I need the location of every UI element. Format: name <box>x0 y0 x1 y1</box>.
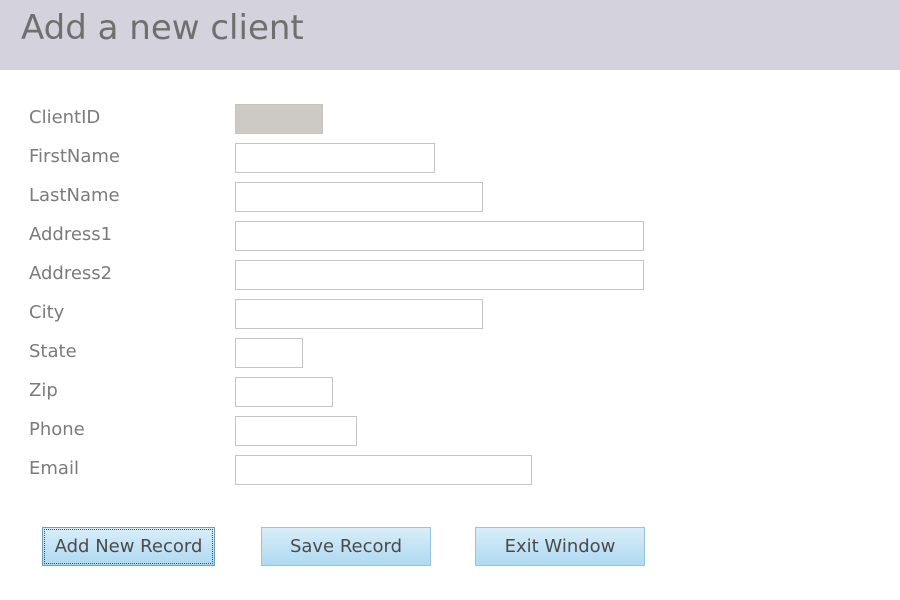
city-field[interactable] <box>235 299 483 329</box>
first-name-label: FirstName <box>29 146 120 167</box>
address2-label: Address2 <box>29 263 113 284</box>
first-name-field[interactable] <box>235 143 435 173</box>
state-label: State <box>29 341 77 362</box>
phone-field[interactable] <box>235 416 357 446</box>
save-record-button[interactable]: Save Record <box>261 527 431 566</box>
client-id-label: ClientID <box>29 107 101 128</box>
page-title: Add a new client <box>21 8 304 48</box>
zip-field[interactable] <box>235 377 333 407</box>
email-label: Email <box>29 458 79 479</box>
phone-label: Phone <box>29 419 85 440</box>
add-new-record-button[interactable]: Add New Record <box>42 527 215 566</box>
zip-label: Zip <box>29 380 58 401</box>
state-field[interactable] <box>235 338 303 368</box>
email-field[interactable] <box>235 455 532 485</box>
exit-window-button[interactable]: Exit Window <box>475 527 645 566</box>
add-client-form: Add a new client ClientID FirstName Last… <box>0 0 900 600</box>
client-id-field <box>235 104 323 134</box>
last-name-field[interactable] <box>235 182 483 212</box>
form-header: Add a new client <box>0 0 900 70</box>
last-name-label: LastName <box>29 185 120 206</box>
city-label: City <box>29 302 65 323</box>
address1-label: Address1 <box>29 224 113 245</box>
address1-field[interactable] <box>235 221 644 251</box>
address2-field[interactable] <box>235 260 644 290</box>
